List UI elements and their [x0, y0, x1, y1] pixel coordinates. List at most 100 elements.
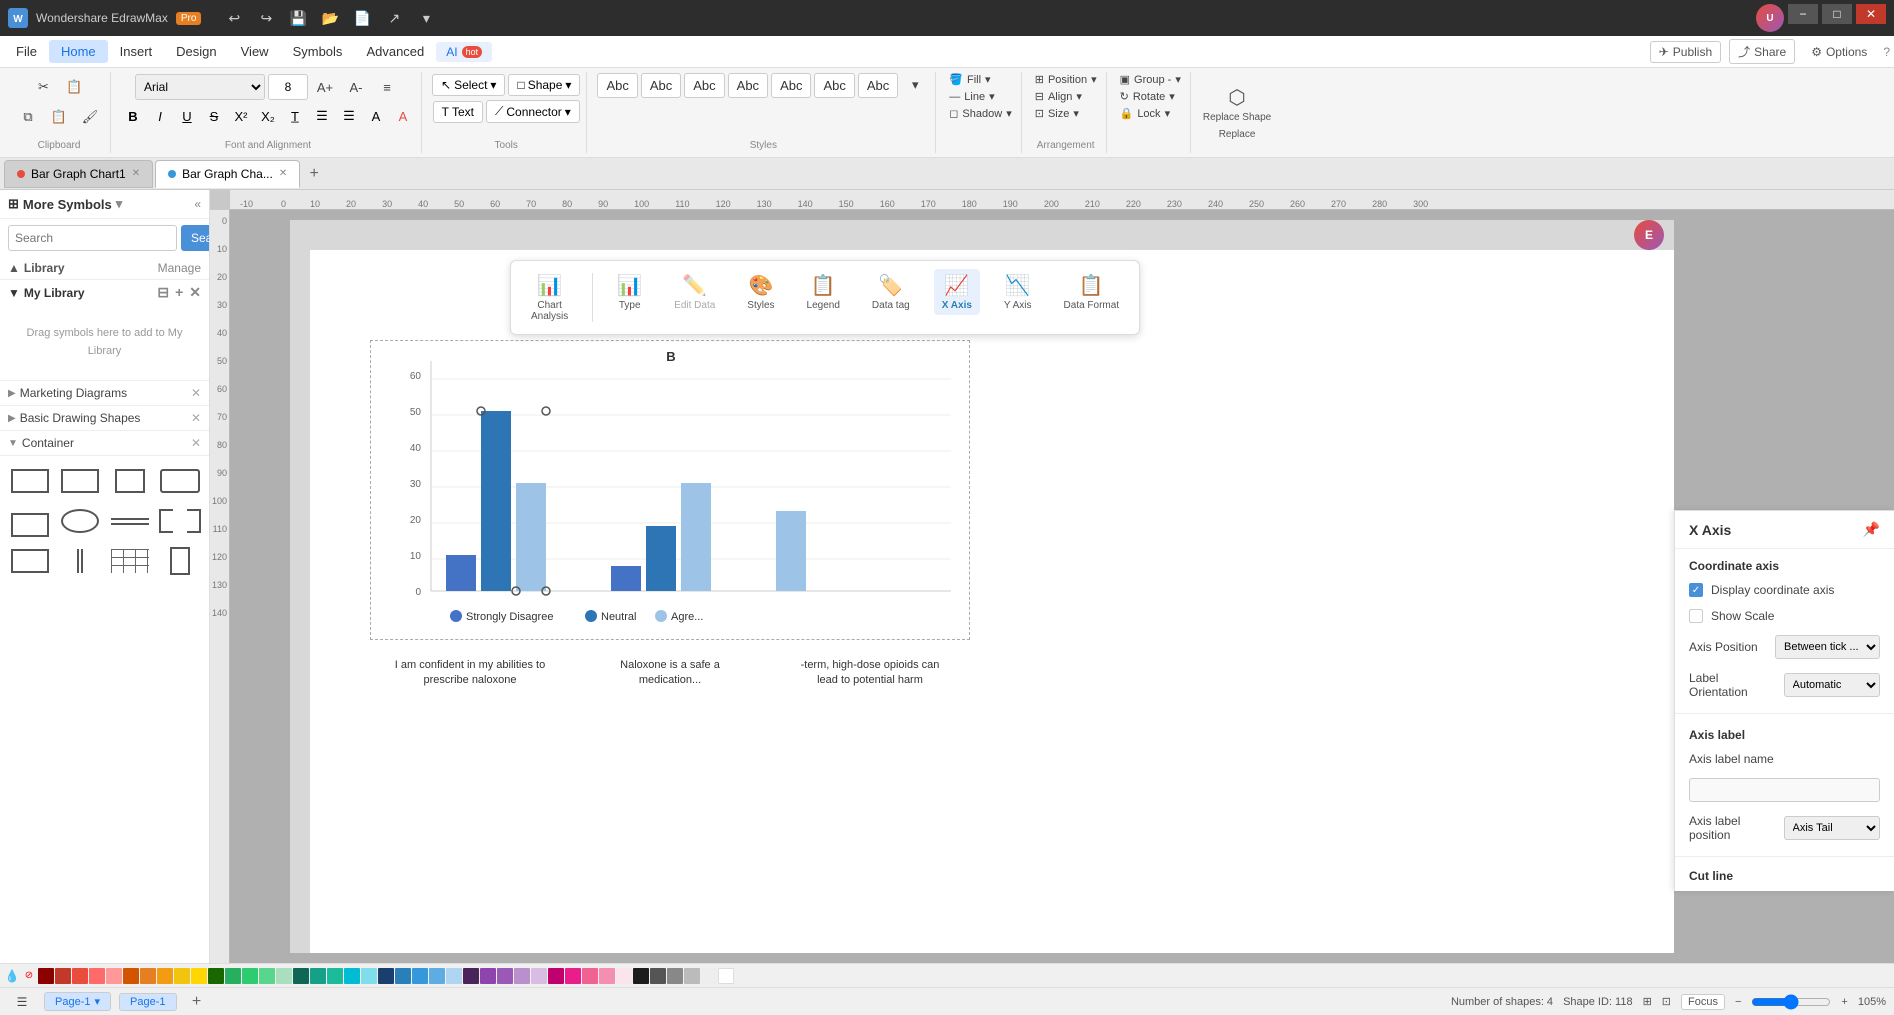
color-swatch-red4[interactable]: [106, 968, 122, 984]
shape-item-12[interactable]: [158, 544, 202, 578]
menu-file[interactable]: File: [4, 40, 49, 63]
color-swatch-blue4[interactable]: [446, 968, 462, 984]
xaxis-pin-button[interactable]: 📌: [1863, 521, 1880, 538]
color-swatch-darkpink[interactable]: [548, 968, 564, 984]
color-swatch-darkblue[interactable]: [378, 968, 394, 984]
styles-more-button[interactable]: ▾: [901, 72, 929, 98]
color-swatch-purple3[interactable]: [514, 968, 530, 984]
category-marketing[interactable]: ▶ Marketing Diagrams ✕: [0, 381, 209, 406]
shape-item-6[interactable]: [58, 504, 102, 538]
category-container[interactable]: ▼ Container ✕: [0, 431, 209, 456]
styles-tool[interactable]: 🎨 Styles: [739, 269, 782, 315]
fit-icon[interactable]: ⊡: [1662, 995, 1671, 1008]
style-btn-5[interactable]: Abc: [771, 73, 811, 98]
replace-shape-button[interactable]: ⬡ Replace Shape: [1203, 85, 1271, 123]
style-btn-6[interactable]: Abc: [814, 73, 854, 98]
color-swatch-yellow3[interactable]: [191, 968, 207, 984]
cut-button[interactable]: ✂: [30, 74, 58, 100]
category-basic-close[interactable]: ✕: [191, 411, 201, 425]
color-swatch-purple2[interactable]: [497, 968, 513, 984]
tab-bar-graph-1[interactable]: Bar Graph Chart1 ✕: [4, 160, 153, 188]
canvas-area[interactable]: -10 0 10 20 30 40 50 60 70 80 90 100 110…: [210, 190, 1894, 963]
save-button[interactable]: 💾: [283, 8, 313, 28]
menu-insert[interactable]: Insert: [108, 40, 165, 63]
close-button[interactable]: ✕: [1856, 4, 1886, 24]
font-family-select[interactable]: Arial: [135, 74, 265, 100]
options-button[interactable]: ⚙ Options: [1803, 42, 1875, 62]
bar-g2-strongly-disagree[interactable]: [611, 566, 641, 591]
color-swatch-darkpurple[interactable]: [463, 968, 479, 984]
label-orientation-select[interactable]: Automatic: [1784, 673, 1881, 697]
font-decrease-button[interactable]: A-: [342, 74, 370, 100]
style-btn-7[interactable]: Abc: [858, 73, 898, 98]
shadow-button[interactable]: ◻ Shadow ▾: [946, 106, 1014, 121]
publish-button[interactable]: ✈ Publish: [1650, 41, 1721, 63]
tab-close-1[interactable]: ✕: [132, 168, 140, 179]
font-color-button[interactable]: A: [391, 104, 415, 128]
color-swatch-blue3[interactable]: [429, 968, 445, 984]
align-button[interactable]: ⊟ Align ▾: [1032, 89, 1100, 104]
color-swatch-nearwhite[interactable]: [701, 968, 717, 984]
line-button[interactable]: — Line ▾: [946, 89, 1014, 104]
redo-button[interactable]: ↪: [251, 8, 281, 28]
color-swatch-green3[interactable]: [259, 968, 275, 984]
share-button[interactable]: ⤴ Share: [1729, 39, 1795, 64]
category-marketing-close[interactable]: ✕: [191, 386, 201, 400]
sidebar-collapse-button[interactable]: «: [194, 197, 201, 211]
rotate-button[interactable]: ↻ Rotate ▾: [1117, 89, 1184, 104]
bar-g2-agree[interactable]: [681, 483, 711, 591]
menu-home[interactable]: Home: [49, 40, 108, 63]
color-swatch-darkgreen[interactable]: [208, 968, 224, 984]
menu-view[interactable]: View: [229, 40, 281, 63]
bar-g1-agree[interactable]: [516, 483, 546, 591]
zoom-out-icon[interactable]: −: [1735, 996, 1741, 1008]
underline-button[interactable]: U: [175, 104, 199, 128]
my-library-grid-icon[interactable]: ⊟: [157, 284, 169, 301]
italic-button[interactable]: I: [148, 104, 172, 128]
color-dropper[interactable]: 💧: [4, 968, 20, 984]
my-library-add-icon[interactable]: +: [175, 284, 183, 301]
layers-button[interactable]: ☰: [8, 989, 36, 1015]
color-swatch-darkred[interactable]: [38, 968, 54, 984]
data-format-tool[interactable]: 📋 Data Format: [1056, 269, 1128, 315]
font-increase-button[interactable]: A+: [311, 74, 339, 100]
bar-g2-neutral[interactable]: [646, 526, 676, 591]
color-swatch-blue2[interactable]: [412, 968, 428, 984]
add-page-button[interactable]: +: [185, 990, 209, 1014]
menu-advanced[interactable]: Advanced: [354, 40, 436, 63]
my-library-close-icon[interactable]: ✕: [189, 284, 201, 301]
shape-item-9[interactable]: [8, 544, 52, 578]
text-button[interactable]: T Text: [433, 101, 483, 123]
color-swatch-green2[interactable]: [242, 968, 258, 984]
color-swatch-gray[interactable]: [667, 968, 683, 984]
color-swatch-pink2[interactable]: [582, 968, 598, 984]
lock-button[interactable]: 🔒 Lock ▾: [1117, 106, 1184, 121]
chart-analysis-tool[interactable]: 📊 ChartAnalysis: [523, 269, 576, 326]
align-button[interactable]: ≡: [373, 74, 401, 100]
shape-item-5[interactable]: [8, 504, 52, 538]
paste-special-button[interactable]: 📋: [45, 104, 73, 130]
display-coord-checkbox[interactable]: ✓: [1689, 583, 1703, 597]
tab-bar-graph-2[interactable]: Bar Graph Cha... ✕: [155, 160, 300, 188]
select-button[interactable]: ↖ Select ▾: [432, 74, 505, 96]
color-swatch-purple1[interactable]: [480, 968, 496, 984]
color-swatch-red2[interactable]: [72, 968, 88, 984]
canvas-content[interactable]: 📊 ChartAnalysis 📊 Type ✏️ Edit Data: [230, 210, 1894, 963]
search-input[interactable]: [8, 225, 177, 251]
color-swatch-red1[interactable]: [55, 968, 71, 984]
category-basic[interactable]: ▶ Basic Drawing Shapes ✕: [0, 406, 209, 431]
page-tab-active[interactable]: Page-1: [119, 993, 176, 1011]
color-swatch-lightgray[interactable]: [684, 968, 700, 984]
shape-item-11[interactable]: [108, 544, 152, 578]
replace-button[interactable]: Replace: [1219, 127, 1256, 140]
group-button[interactable]: ▣ Group - ▾: [1117, 72, 1184, 87]
zoom-slider[interactable]: [1751, 994, 1831, 1010]
style-btn-1[interactable]: Abc: [597, 73, 637, 98]
more-button[interactable]: ▾: [411, 8, 441, 28]
color-swatch-yellow2[interactable]: [174, 968, 190, 984]
menu-ai[interactable]: AI hot: [436, 42, 492, 62]
style-btn-2[interactable]: Abc: [641, 73, 681, 98]
color-swatch-red3[interactable]: [89, 968, 105, 984]
focus-label[interactable]: Focus: [1681, 994, 1725, 1010]
shape-item-7[interactable]: [108, 504, 152, 538]
